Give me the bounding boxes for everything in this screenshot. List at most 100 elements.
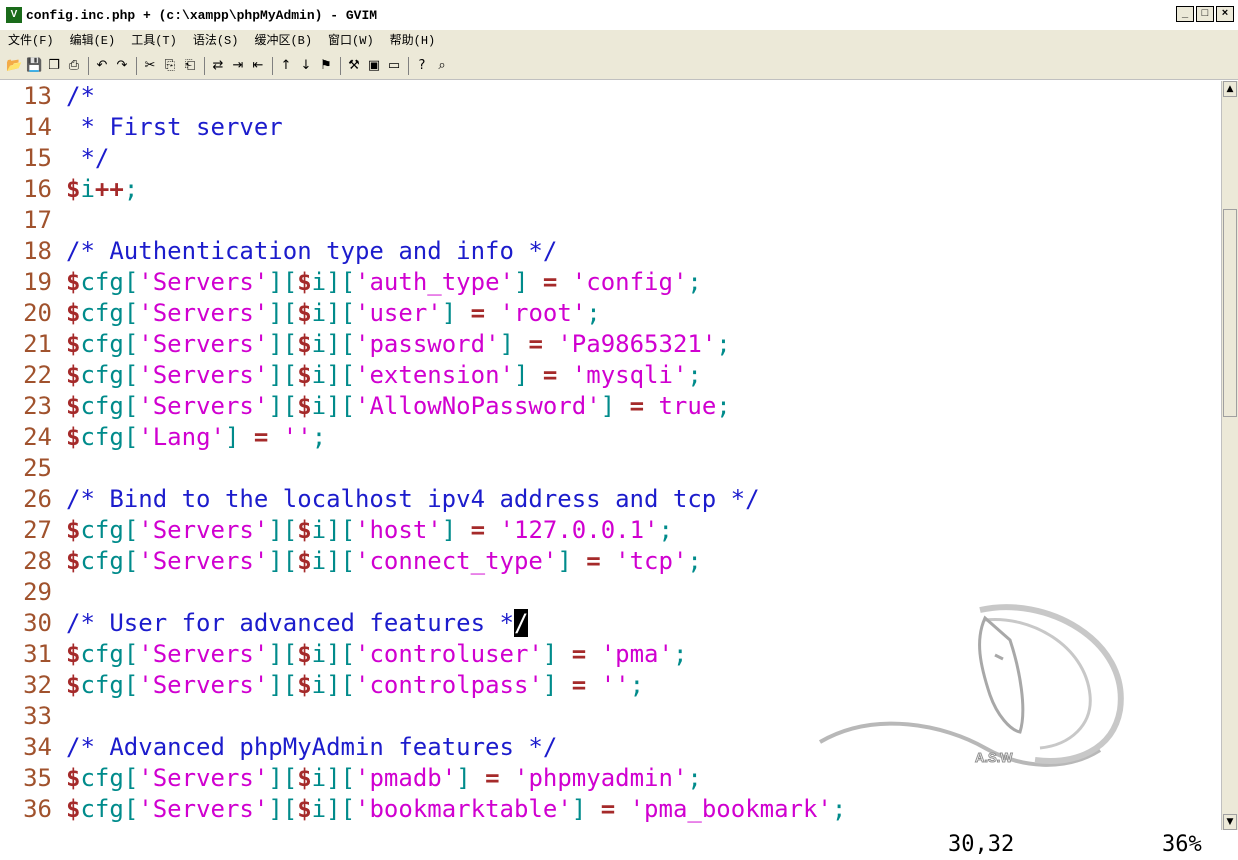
code-text: $cfg['Servers'][$i]['connect_type'] = 't… xyxy=(66,547,702,575)
find-help-icon[interactable]: ⌕ xyxy=(434,58,450,74)
line-number: 26 xyxy=(23,485,52,513)
menu-file[interactable]: 文件(F) xyxy=(0,30,62,52)
window-controls: _ □ × xyxy=(1176,6,1234,22)
code-line: 24 $cfg['Lang'] = ''; xyxy=(0,422,1221,453)
toolbar-separator xyxy=(340,56,341,75)
code-text: /* xyxy=(66,82,95,110)
open-icon[interactable]: 📂 xyxy=(6,58,22,74)
code-text: $cfg['Servers'][$i]['host'] = '127.0.0.1… xyxy=(66,516,673,544)
save-all-icon[interactable]: ❐ xyxy=(46,58,62,74)
load-session-icon[interactable]: ↑ xyxy=(278,58,294,74)
line-number: 31 xyxy=(23,640,52,668)
maximize-button[interactable]: □ xyxy=(1196,6,1214,22)
replace-icon[interactable]: ⇄ xyxy=(210,58,226,74)
title-bar: V config.inc.php + (c:\xampp\phpMyAdmin)… xyxy=(0,0,1238,31)
code-text-with-cursor: /* User for advanced features */ xyxy=(66,609,529,637)
toolbar-separator xyxy=(136,56,137,75)
close-button[interactable]: × xyxy=(1216,6,1234,22)
code-text: /* Bind to the localhost ipv4 address an… xyxy=(66,485,760,513)
code-text: $cfg['Lang'] = ''; xyxy=(66,423,327,451)
window-title: config.inc.php + (c:\xampp\phpMyAdmin) -… xyxy=(26,7,378,23)
save-icon[interactable]: 💾 xyxy=(26,58,42,74)
menu-tools[interactable]: 工具(T) xyxy=(123,30,185,52)
menu-buffers[interactable]: 缓冲区(B) xyxy=(246,30,320,52)
line-number: 24 xyxy=(23,423,52,451)
line-number: 35 xyxy=(23,764,52,792)
help-icon[interactable]: ? xyxy=(414,58,430,74)
code-text: /* Authentication type and info */ xyxy=(66,237,558,265)
code-text: $cfg['Servers'][$i]['AllowNoPassword'] =… xyxy=(66,392,731,420)
line-number: 34 xyxy=(23,733,52,761)
tags-icon[interactable]: ▭ xyxy=(386,58,402,74)
horse-logo-watermark: A.S.W xyxy=(818,604,1124,767)
code-text: $cfg['Servers'][$i]['controlpass'] = ''; xyxy=(66,671,645,699)
code-text: $cfg['Servers'][$i]['extension'] = 'mysq… xyxy=(66,361,702,389)
scroll-percent: 36% xyxy=(1162,832,1202,857)
make-icon[interactable]: ⚒ xyxy=(346,58,362,74)
code-text: $cfg['Servers'][$i]['bookmarktable'] = '… xyxy=(66,795,847,823)
code-text: $cfg['Servers'][$i]['password'] = 'Pa986… xyxy=(66,330,731,358)
gvim-app-icon[interactable]: V xyxy=(6,7,22,23)
toolbar-separator xyxy=(272,56,273,75)
code-line: 13 /* xyxy=(0,81,1221,112)
toolbar: 📂 💾 ❐ ⎙ ↶ ↷ ✂ ⎘ ⎗ ⇄ ⇥ ⇤ ↑ ↓ ⚑ ⚒ ▣ ▭ ? ⌕ xyxy=(0,52,1238,80)
menu-edit[interactable]: 编辑(E) xyxy=(62,30,124,52)
code-text: $cfg['Servers'][$i]['auth_type'] = 'conf… xyxy=(66,268,702,296)
paste-icon[interactable]: ⎗ xyxy=(182,58,198,74)
undo-icon[interactable]: ↶ xyxy=(94,58,110,74)
line-number: 16 xyxy=(23,175,52,203)
code-text: $cfg['Servers'][$i]['controluser'] = 'pm… xyxy=(66,640,688,668)
menu-syntax[interactable]: 语法(S) xyxy=(185,30,247,52)
code-line: 21 $cfg['Servers'][$i]['password'] = 'Pa9… xyxy=(0,329,1221,360)
line-number: 23 xyxy=(23,392,52,420)
cursor-position: 30,32 xyxy=(948,832,1015,857)
code-line: 20 $cfg['Servers'][$i]['user'] = 'root'; xyxy=(0,298,1221,329)
text-cursor: / xyxy=(513,609,529,637)
line-number: 25 xyxy=(23,454,52,482)
menu-window[interactable]: 窗口(W) xyxy=(320,30,382,52)
menu-help[interactable]: 帮助(H) xyxy=(382,30,444,52)
code-line: 27 $cfg['Servers'][$i]['host'] = '127.0.0… xyxy=(0,515,1221,546)
code-line: 28 $cfg['Servers'][$i]['connect_type'] = … xyxy=(0,546,1221,577)
line-number: 36 xyxy=(23,795,52,823)
code-text: * First server xyxy=(66,113,283,141)
line-number: 18 xyxy=(23,237,52,265)
code-line: 22 $cfg['Servers'][$i]['extension'] = 'my… xyxy=(0,360,1221,391)
code-text: */ xyxy=(66,144,110,172)
code-line: 23 $cfg['Servers'][$i]['AllowNoPassword']… xyxy=(0,391,1221,422)
line-number: 29 xyxy=(23,578,52,606)
code-line: 19 $cfg['Servers'][$i]['auth_type'] = 'co… xyxy=(0,267,1221,298)
code-text: $cfg['Servers'][$i]['user'] = 'root'; xyxy=(66,299,601,327)
line-number: 15 xyxy=(23,144,52,172)
line-number: 17 xyxy=(23,206,52,234)
code-line: 15 */ xyxy=(0,143,1221,174)
line-number: 20 xyxy=(23,299,52,327)
find-prev-icon[interactable]: ⇤ xyxy=(250,58,266,74)
redo-icon[interactable]: ↷ xyxy=(114,58,130,74)
shell-icon[interactable]: ▣ xyxy=(366,58,382,74)
line-number: 28 xyxy=(23,547,52,575)
line-number: 13 xyxy=(23,82,52,110)
line-number: 32 xyxy=(23,671,52,699)
code-line: 14 * First server xyxy=(0,112,1221,143)
run-script-icon[interactable]: ⚑ xyxy=(318,58,334,74)
toolbar-separator xyxy=(408,56,409,75)
save-session-icon[interactable]: ↓ xyxy=(298,58,314,74)
copy-icon[interactable]: ⎘ xyxy=(162,58,178,74)
minimize-button[interactable]: _ xyxy=(1176,6,1194,22)
scrollbar-thumb[interactable] xyxy=(1223,209,1237,417)
line-number: 14 xyxy=(23,113,52,141)
print-icon[interactable]: ⎙ xyxy=(66,58,82,74)
line-number: 27 xyxy=(23,516,52,544)
code-line: 36 $cfg['Servers'][$i]['bookmarktable'] =… xyxy=(0,794,1221,825)
toolbar-separator xyxy=(204,56,205,75)
code-line: 18 /* Authentication type and info */ xyxy=(0,236,1221,267)
scroll-down-icon[interactable]: ▼ xyxy=(1223,814,1237,830)
code-text: $i++; xyxy=(66,175,139,203)
vertical-scrollbar[interactable]: ▲ ▼ xyxy=(1221,81,1238,830)
code-line: 16 $i++; xyxy=(0,174,1221,205)
line-number: 21 xyxy=(23,330,52,358)
cut-icon[interactable]: ✂ xyxy=(142,58,158,74)
scroll-up-icon[interactable]: ▲ xyxy=(1223,81,1237,97)
find-next-icon[interactable]: ⇥ xyxy=(230,58,246,74)
